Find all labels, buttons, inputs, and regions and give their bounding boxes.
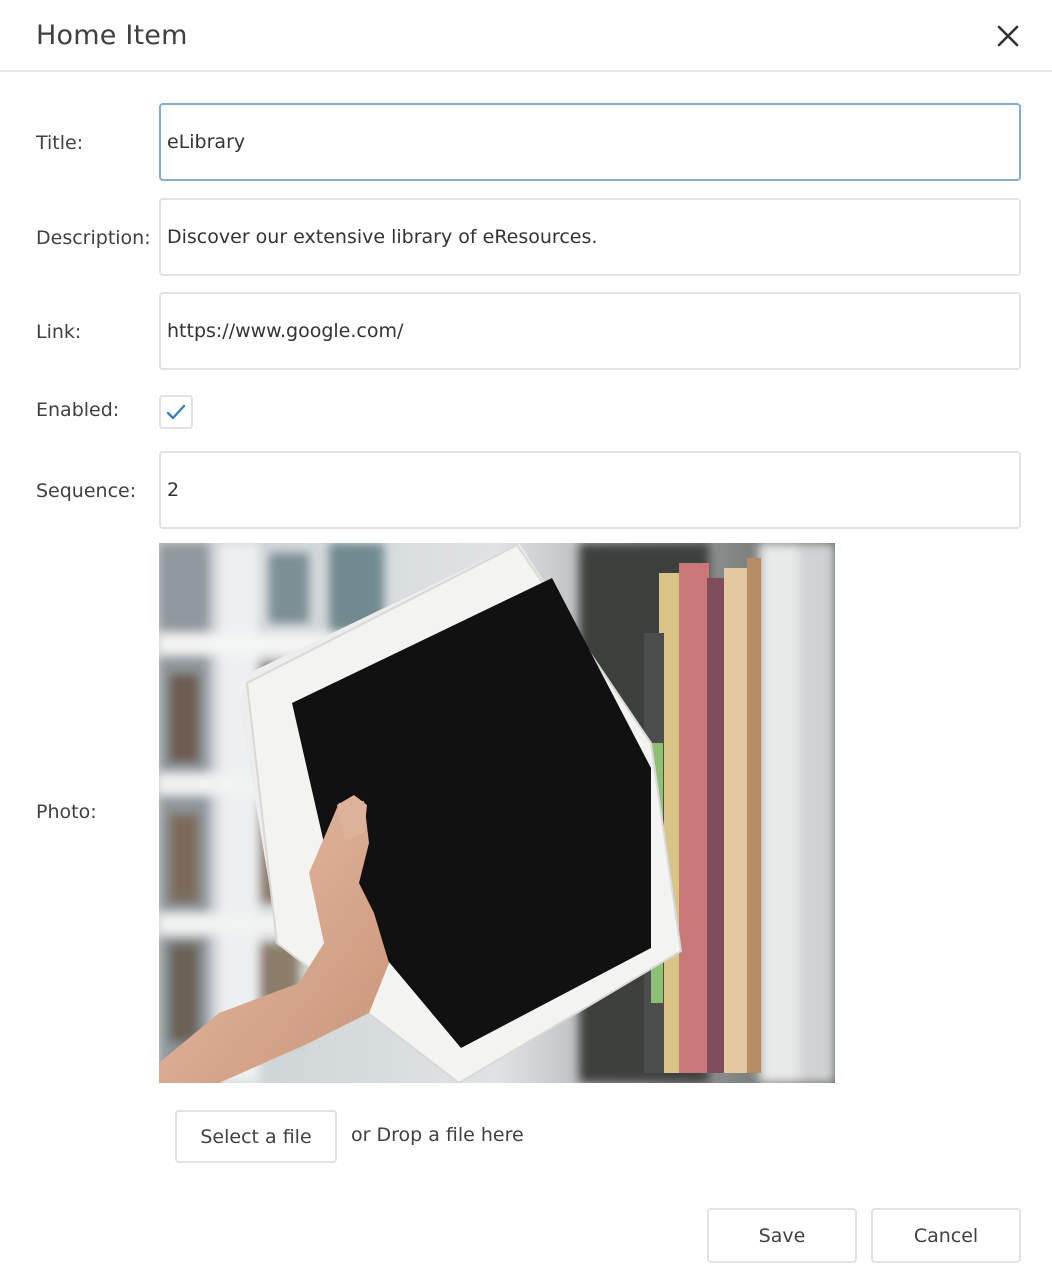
dialog-header: Home Item bbox=[0, 0, 1052, 72]
cancel-button[interactable]: Cancel bbox=[871, 1208, 1021, 1263]
photo-preview bbox=[159, 543, 835, 1083]
photo-image bbox=[159, 543, 835, 1083]
home-item-dialog: Home Item Title: eLibrary Description: D… bbox=[0, 0, 1052, 1276]
checkmark-icon bbox=[166, 404, 186, 420]
close-icon bbox=[997, 25, 1019, 47]
sequence-label: Sequence: bbox=[36, 480, 137, 502]
title-input-value: eLibrary bbox=[167, 131, 246, 153]
sequence-input-value: 2 bbox=[167, 479, 180, 501]
close-button[interactable] bbox=[990, 18, 1026, 54]
enabled-checkbox[interactable] bbox=[159, 395, 193, 429]
description-input-value: Discover our extensive library of eResou… bbox=[167, 226, 598, 248]
select-file-button[interactable]: Select a file bbox=[175, 1110, 337, 1163]
save-button[interactable]: Save bbox=[707, 1208, 857, 1263]
link-input[interactable]: https://www.google.com/ bbox=[159, 292, 1021, 370]
title-input[interactable]: eLibrary bbox=[159, 103, 1021, 181]
description-input[interactable]: Discover our extensive library of eResou… bbox=[159, 198, 1021, 276]
dialog-title: Home Item bbox=[36, 20, 188, 51]
description-label: Description: bbox=[36, 227, 151, 249]
sequence-input[interactable]: 2 bbox=[159, 451, 1021, 529]
enabled-label: Enabled: bbox=[36, 399, 120, 421]
link-label: Link: bbox=[36, 321, 82, 343]
link-input-value: https://www.google.com/ bbox=[167, 320, 404, 342]
photo-label: Photo: bbox=[36, 801, 97, 823]
title-label: Title: bbox=[36, 132, 84, 154]
drop-zone-text[interactable]: or Drop a file here bbox=[351, 1124, 524, 1146]
